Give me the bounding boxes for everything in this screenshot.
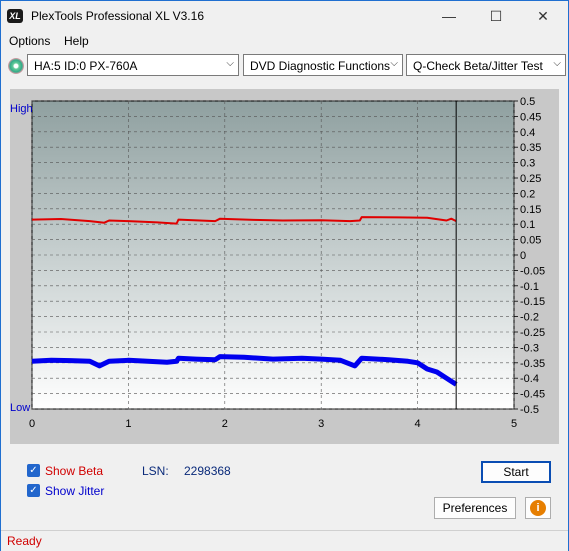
drive-select-value: HA:5 ID:0 PX-760A [34,59,138,73]
close-button[interactable]: ✕ [523,5,563,27]
y-tick-label: -0.5 [520,404,539,416]
disc-drive-icon [8,58,24,74]
start-button[interactable]: Start [481,461,551,483]
y-tick-label: -0.45 [520,389,545,401]
y-tick-label: -0.2 [520,312,539,324]
y-tick-label: 0.35 [520,142,541,154]
title-bar[interactable]: XL PlexTools Professional XL V3.16 — ☐ ✕ [1,1,568,32]
y-tick-label: 0.4 [520,127,535,139]
x-tick-label: 0 [29,418,35,430]
menu-bar: Options Help [1,32,568,52]
high-label: High [10,103,33,115]
beta-jitter-chart: High Low 0.50.450.40.350.30.250.20.150.1… [10,96,545,430]
show-beta-label: Show Beta [45,464,104,478]
y-tick-label: -0.35 [520,358,545,370]
function-select[interactable]: DVD Diagnostic Functions ⌵ [243,54,403,76]
y-tick-label: -0.3 [520,342,539,354]
status-text: Ready [7,534,42,548]
y-tick-label: 0.2 [520,188,535,200]
low-label: Low [10,402,30,414]
control-panel: ✓ Show Beta ✓ Show Jitter LSN: 2298368 S… [1,449,568,529]
menu-help[interactable]: Help [64,34,89,48]
x-tick-label: 5 [511,418,517,430]
info-icon: i [530,500,546,516]
app-logo-icon: XL [7,9,23,23]
status-bar: Ready [1,530,568,551]
chevron-down-icon: ⌵ [553,58,561,69]
y-tick-label: 0.45 [520,111,541,123]
app-window: XL PlexTools Professional XL V3.16 — ☐ ✕… [0,0,569,551]
y-tick-label: 0.15 [520,204,541,216]
test-select[interactable]: Q-Check Beta/Jitter Test ⌵ [406,54,566,76]
x-tick-label: 2 [222,418,228,430]
x-tick-label: 3 [318,418,324,430]
y-axis-ticks: 0.5 0.45 0.4 0.35 0.3 0.25 0.2 0.15 0.1 0.05 0 -0.0… [514,96,545,416]
y-tick-label: -0.25 [520,327,545,339]
y-tick-label: 0.25 [520,173,541,185]
x-tick-label: 1 [125,418,131,430]
y-tick-label: 0.1 [520,219,535,231]
maximize-button[interactable]: ☐ [476,5,516,27]
x-axis-ticks: 0 1 2 3 4 5 [29,418,517,430]
window-title: PlexTools Professional XL V3.16 [31,9,204,23]
y-tick-label: 0.05 [520,235,541,247]
show-jitter-checkbox[interactable]: ✓ [27,484,40,497]
y-tick-label: 0 [520,250,526,262]
function-select-value: DVD Diagnostic Functions [250,59,391,73]
show-jitter-label: Show Jitter [45,484,105,498]
y-tick-label: -0.4 [520,373,539,385]
info-button[interactable]: i [525,497,551,519]
y-tick-label: -0.15 [520,296,545,308]
test-select-value: Q-Check Beta/Jitter Test [413,59,543,73]
lsn-label: LSN: [142,464,169,478]
chevron-down-icon: ⌵ [390,58,398,69]
minimize-button[interactable]: — [429,5,469,27]
drive-select[interactable]: HA:5 ID:0 PX-760A ⌵ [27,54,239,76]
y-tick-label: -0.1 [520,281,539,293]
y-tick-label: 0.3 [520,158,535,170]
y-tick-label: -0.05 [520,265,545,277]
y-tick-label: 0.5 [520,96,535,108]
show-beta-checkbox[interactable]: ✓ [27,464,40,477]
preferences-button[interactable]: Preferences [434,497,516,519]
x-tick-label: 4 [415,418,421,430]
toolbar: HA:5 ID:0 PX-760A ⌵ DVD Diagnostic Funct… [1,53,568,79]
menu-options[interactable]: Options [9,34,50,48]
chevron-down-icon: ⌵ [226,58,234,69]
lsn-value: 2298368 [184,464,231,478]
chart-panel: High Low 0.5 0.45 0.4 0.35 0.3 0.25 0.2 0.15 0.1… [10,89,559,444]
